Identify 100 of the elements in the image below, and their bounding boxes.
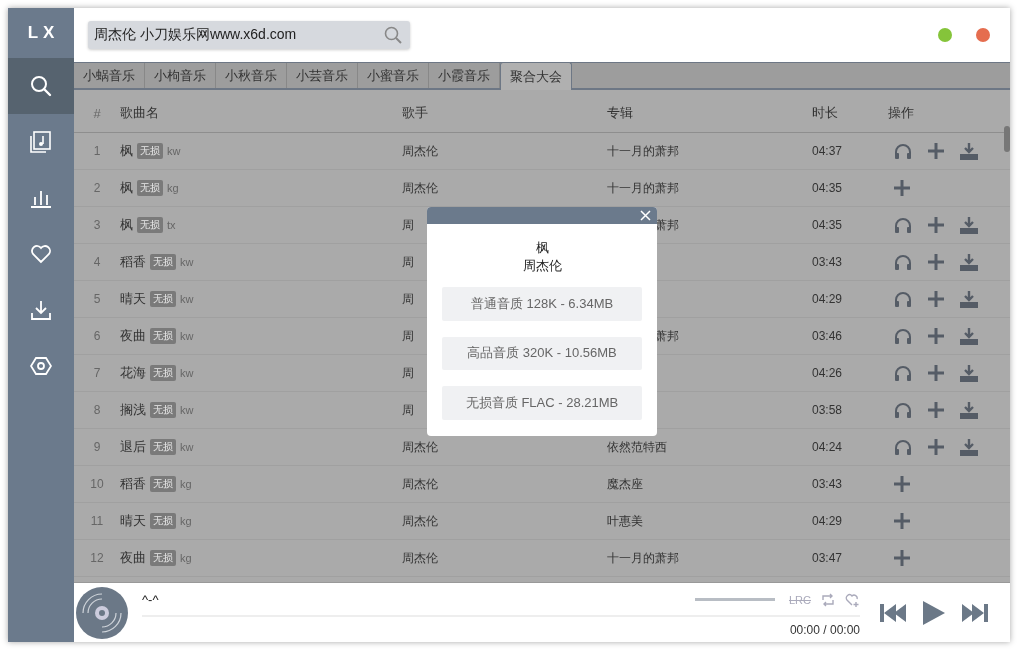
bar-chart-icon — [30, 188, 52, 208]
singer-name: 周 — [402, 253, 414, 271]
lossless-tag: 无损 — [137, 143, 163, 159]
download-icon[interactable] — [960, 290, 978, 308]
add-icon[interactable] — [928, 143, 944, 159]
next-icon[interactable] — [960, 602, 988, 623]
add-icon[interactable] — [928, 291, 944, 307]
heart-plus-icon[interactable] — [845, 592, 860, 607]
disc-icon — [76, 586, 128, 639]
close-button[interactable] — [976, 28, 990, 42]
play-icon[interactable] — [922, 599, 946, 626]
search-field[interactable]: 周杰伦 小刀娱乐网www.x6d.com — [88, 21, 410, 49]
add-icon[interactable] — [928, 365, 944, 381]
volume-slider[interactable] — [695, 598, 775, 601]
nav-search-button[interactable] — [8, 58, 74, 114]
headphones-icon[interactable] — [894, 291, 912, 307]
headphones-icon[interactable] — [894, 439, 912, 455]
row-number: 12 — [89, 551, 105, 565]
song-title: 稻香 — [120, 475, 146, 493]
album-name: 十一月的萧邦 — [607, 179, 679, 197]
download-icon[interactable] — [960, 216, 978, 234]
lossless-tag: 无损 — [150, 476, 176, 492]
download-icon[interactable] — [960, 142, 978, 160]
search-icon — [30, 75, 52, 97]
duration: 03:58 — [812, 403, 844, 417]
source-label: kg — [180, 478, 192, 490]
column-header: 专辑 — [607, 104, 634, 122]
song-title: 晴天 — [120, 512, 146, 530]
album-name: 十一月的萧邦 — [607, 549, 679, 567]
album-name: 魔杰座 — [607, 475, 643, 493]
search-icon[interactable] — [384, 26, 402, 44]
album-name: 十一月的萧邦 — [607, 142, 679, 160]
scrollbar-thumb[interactable] — [1004, 126, 1010, 152]
add-icon[interactable] — [928, 217, 944, 233]
song-title: 晴天 — [120, 290, 146, 308]
source-label: kw — [180, 256, 194, 268]
duration: 03:46 — [812, 329, 844, 343]
repeat-icon[interactable] — [821, 592, 835, 607]
duration: 04:26 — [812, 366, 844, 380]
lossless-tag: 无损 — [137, 217, 163, 233]
add-icon[interactable] — [928, 402, 944, 418]
source-label: tx — [167, 219, 176, 231]
heart-icon — [30, 244, 52, 264]
song-title: 夜曲 — [120, 327, 146, 345]
quality-option-button[interactable]: 无损音质 FLAC - 28.21MB — [442, 386, 642, 420]
add-icon[interactable] — [894, 476, 910, 492]
add-icon[interactable] — [928, 439, 944, 455]
duration: 03:43 — [812, 477, 844, 491]
add-icon[interactable] — [894, 513, 910, 529]
singer-name: 周杰伦 — [402, 475, 438, 493]
headphones-icon[interactable] — [894, 328, 912, 344]
add-icon[interactable] — [894, 550, 910, 566]
lossless-tag: 无损 — [137, 180, 163, 196]
download-icon[interactable] — [960, 327, 978, 345]
add-icon[interactable] — [928, 254, 944, 270]
song-title: 花海 — [120, 364, 146, 382]
column-header: 操作 — [888, 104, 915, 122]
add-icon[interactable] — [928, 328, 944, 344]
close-icon[interactable] — [640, 209, 651, 221]
source-tab[interactable]: 聚合大会 — [500, 62, 572, 90]
song-title: 搁浅 — [120, 401, 146, 419]
lossless-tag: 无损 — [150, 254, 176, 270]
singer-name: 周 — [402, 327, 414, 345]
lossless-tag: 无损 — [150, 439, 176, 455]
album-name: 萧邦 — [655, 327, 679, 345]
quality-option-button[interactable]: 普通音质 128K - 6.34MB — [442, 286, 642, 321]
song-title: 稻香 — [120, 253, 146, 271]
source-label: kw — [180, 330, 194, 342]
row-number: 6 — [92, 329, 102, 343]
previous-icon[interactable] — [880, 602, 908, 623]
add-icon[interactable] — [894, 180, 910, 196]
duration: 04:29 — [812, 514, 844, 528]
headphones-icon[interactable] — [894, 143, 912, 159]
source-label: kw — [180, 367, 194, 379]
source-label: kg — [180, 515, 192, 527]
row-number: 9 — [92, 440, 102, 454]
singer-name: 周杰伦 — [402, 142, 438, 160]
song-title: 枫 — [120, 142, 133, 160]
duration: 04:35 — [812, 218, 844, 232]
source-label: kw — [180, 293, 194, 305]
download-icon[interactable] — [960, 253, 978, 271]
singer-name: 周杰伦 — [522, 256, 562, 275]
quality-option-button[interactable]: 高品音质 320K - 10.56MB — [442, 336, 642, 371]
duration: 04:35 — [812, 181, 844, 195]
column-header: 歌曲名 — [120, 104, 160, 122]
headphones-icon[interactable] — [894, 254, 912, 270]
row-number: 1 — [92, 144, 102, 158]
download-icon[interactable] — [960, 438, 978, 456]
lossless-tag: 无损 — [150, 402, 176, 418]
song-title: 枫 — [120, 179, 133, 197]
headphones-icon[interactable] — [894, 402, 912, 418]
headphones-icon[interactable] — [894, 365, 912, 381]
minimize-button[interactable] — [938, 28, 952, 42]
download-icon[interactable] — [960, 364, 978, 382]
headphones-icon[interactable] — [894, 217, 912, 233]
row-number: 8 — [92, 403, 102, 417]
row-number: 3 — [92, 218, 102, 232]
singer-name: 周 — [402, 364, 414, 382]
download-icon[interactable] — [960, 401, 978, 419]
singer-name: 周 — [402, 401, 414, 419]
